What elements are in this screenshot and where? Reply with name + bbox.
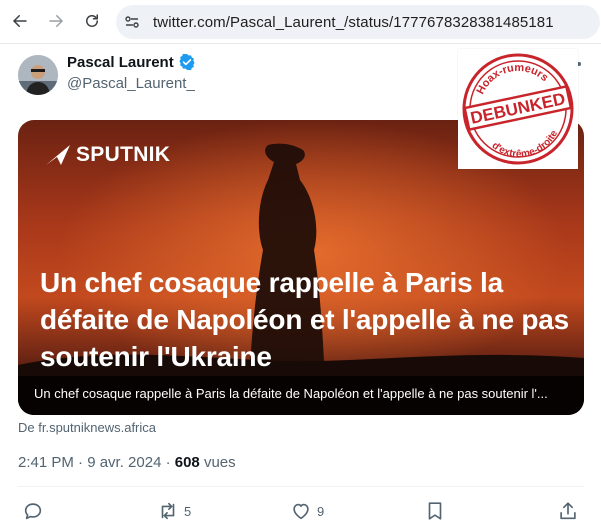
link-caption: Un chef cosaque rappelle à Paris la défa… bbox=[34, 386, 548, 401]
verified-badge-icon bbox=[179, 53, 195, 71]
share-button[interactable] bbox=[557, 500, 579, 522]
tweet-timestamp: 2:41 PM · 9 avr. 2024 · 608 vues bbox=[18, 454, 236, 471]
stamp-graphic: Hoax-rumeurs DEBUNKED d'extrême-droite bbox=[462, 53, 574, 167]
display-name[interactable]: Pascal Laurent bbox=[67, 54, 174, 71]
back-button[interactable] bbox=[9, 10, 31, 32]
views-label: vues bbox=[199, 454, 236, 471]
address-bar[interactable]: twitter.com/Pascal_Laurent_/status/17776… bbox=[116, 5, 600, 39]
retweet-button[interactable]: 5 bbox=[157, 500, 191, 522]
arrow-left-icon bbox=[12, 15, 27, 27]
share-icon bbox=[560, 502, 576, 520]
reload-button[interactable] bbox=[81, 10, 103, 32]
like-count: 9 bbox=[317, 503, 325, 519]
reload-icon bbox=[86, 14, 98, 27]
sputnik-logo: SPUTNIK bbox=[45, 143, 170, 167]
bookmark-icon bbox=[428, 502, 442, 520]
forward-button[interactable] bbox=[45, 10, 67, 32]
retweet-count: 5 bbox=[184, 503, 192, 519]
url-text: twitter.com/Pascal_Laurent_/status/17776… bbox=[153, 13, 554, 31]
arrow-right-icon bbox=[49, 15, 64, 27]
views-count: 608 bbox=[174, 454, 200, 471]
bookmark-button[interactable] bbox=[424, 500, 446, 522]
sputnik-arrow-icon bbox=[46, 145, 70, 165]
avatar[interactable] bbox=[18, 55, 58, 95]
heart-icon bbox=[293, 503, 309, 520]
reply-button[interactable] bbox=[22, 500, 44, 522]
author-handle[interactable]: @Pascal_Laurent_ bbox=[67, 75, 195, 92]
like-button[interactable]: 9 bbox=[290, 500, 324, 522]
reply-icon bbox=[24, 503, 42, 520]
tweet-time[interactable]: 2:41 PM · 9 avr. 2024 · bbox=[18, 454, 175, 471]
brand-label: SPUTNIK bbox=[76, 143, 171, 166]
author-name-row[interactable]: Pascal Laurent bbox=[67, 53, 196, 71]
debunked-stamp: Hoax-rumeurs DEBUNKED d'extrême-droite bbox=[458, 49, 578, 169]
divider bbox=[18, 486, 584, 487]
browser-toolbar: twitter.com/Pascal_Laurent_/status/17776… bbox=[0, 0, 601, 44]
retweet-icon bbox=[161, 502, 175, 520]
site-settings-icon[interactable] bbox=[119, 9, 145, 35]
link-caption-bar[interactable]: Un chef cosaque rappelle à Paris la défa… bbox=[18, 376, 584, 415]
link-source[interactable]: De fr.sputniknews.africa bbox=[18, 420, 156, 435]
tweet-actions: 5 9 bbox=[0, 498, 601, 528]
article-headline: Un chef cosaque rappelle à Paris la défa… bbox=[40, 267, 570, 372]
